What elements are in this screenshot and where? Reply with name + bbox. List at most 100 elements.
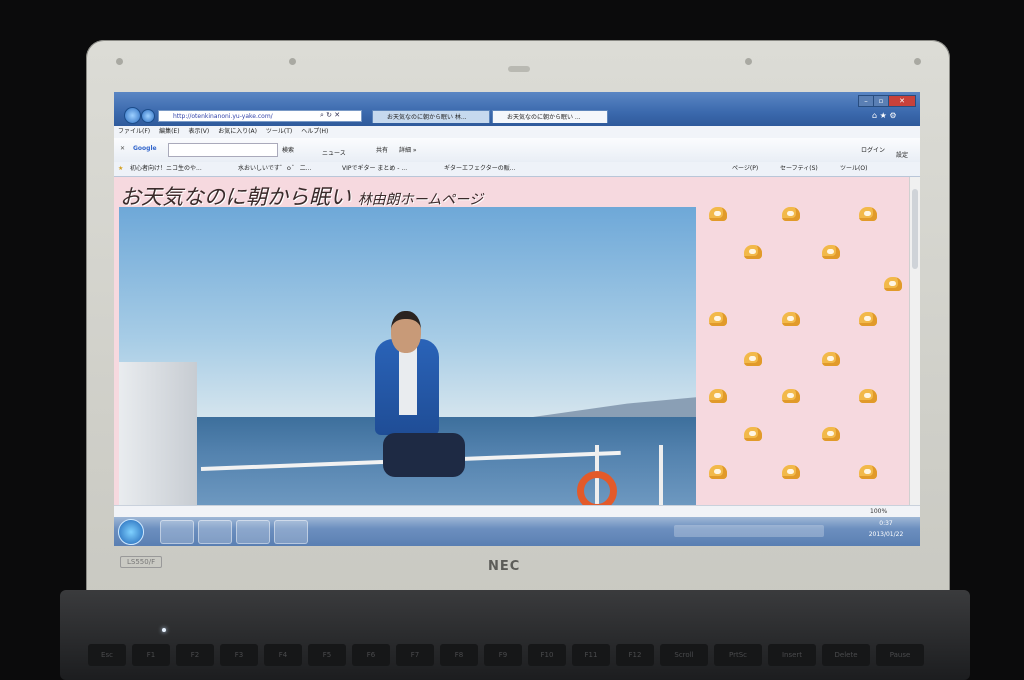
clock[interactable]: 0:37 2013/01/22 [866, 520, 906, 538]
close-button[interactable]: ✕ [888, 95, 916, 107]
keyboard-key: F7 [396, 644, 434, 666]
clock-time: 0:37 [879, 520, 893, 527]
keyboard-key: PrtSc [714, 644, 762, 666]
news-button[interactable]: ニュース [322, 148, 346, 157]
photo-man-on-boat [119, 207, 696, 505]
pattern-tile [822, 245, 840, 259]
command-safety[interactable]: セーフティ(S) [780, 162, 818, 176]
command-page[interactable]: ページ(P) [732, 162, 758, 176]
pattern-tile [859, 312, 877, 326]
bezel-screw [116, 58, 123, 65]
pattern-tile [744, 245, 762, 259]
more-button[interactable]: 詳細 » [399, 145, 417, 154]
menu-view[interactable]: 表示(V) [188, 128, 209, 135]
command-tools[interactable]: ツール(O) [840, 162, 867, 176]
pattern-tile [709, 312, 727, 326]
bezel-screw [289, 58, 296, 65]
scrollbar-thumb[interactable] [912, 189, 918, 269]
bezel-screw [745, 58, 752, 65]
pattern-tile [782, 389, 800, 403]
keyboard-key: F2 [176, 644, 214, 666]
keyboard-key: F4 [264, 644, 302, 666]
photo-life-ring [577, 471, 617, 505]
keyboard-deck [60, 590, 970, 680]
pattern-tile [782, 465, 800, 479]
keyboard-key: Pause [876, 644, 924, 666]
menu-favorites[interactable]: お気に入り(A) [218, 128, 257, 135]
power-led [162, 628, 166, 632]
google-logo: Google [133, 145, 157, 152]
bezel-screw [914, 58, 921, 65]
favorite-link[interactable]: 水おいしいです゛ｏ゛ 二... [238, 162, 311, 176]
favorite-link[interactable]: VIPでギター まとめ - ... [342, 162, 407, 176]
keyboard-key: F1 [132, 644, 170, 666]
tab-2-active[interactable]: お天気なのに朝から眠い ... [492, 110, 608, 123]
pattern-tile [744, 427, 762, 441]
pattern-tile [822, 352, 840, 366]
windows-taskbar: 0:37 2013/01/22 [114, 517, 920, 546]
laptop-screen: http://otenkinanoni.yu-yake.com/ ⌕ ↻ ✕ お… [114, 92, 920, 546]
pattern-tile [709, 207, 727, 221]
start-button[interactable] [118, 519, 144, 545]
media-player-taskbar-icon[interactable] [236, 520, 270, 544]
photo-person-shirt [399, 343, 417, 415]
keyboard-key: F6 [352, 644, 390, 666]
vertical-scrollbar[interactable] [909, 177, 920, 505]
pattern-tile [884, 277, 902, 291]
keyboard-key: F5 [308, 644, 346, 666]
favorites-bar: ★ 初心者向け！ニコ生のや... 水おいしいです゛ｏ゛ 二... VIPでギター… [114, 162, 920, 177]
photo-distant-land [519, 397, 696, 419]
keyboard-key: F11 [572, 644, 610, 666]
minimize-button[interactable]: – [858, 95, 874, 107]
pattern-tile [782, 207, 800, 221]
refresh-icon[interactable]: ⌕ ↻ ✕ [320, 111, 340, 120]
pattern-tile [744, 352, 762, 366]
pattern-tile [782, 312, 800, 326]
photo-ship-structure [119, 362, 197, 505]
clock-date: 2013/01/22 [868, 531, 904, 538]
pattern-tile [859, 207, 877, 221]
share-button[interactable]: 共有 [376, 145, 388, 154]
tab-1[interactable]: お天気なのに朝から眠い 林... [372, 110, 490, 123]
model-label: LS550/F [120, 556, 163, 568]
favorite-link[interactable]: 初心者向け！ニコ生のや... [130, 162, 202, 176]
keyboard-key: Delete [822, 644, 870, 666]
keyboard-key: Insert [768, 644, 816, 666]
system-tray-icons[interactable] [674, 525, 824, 537]
explorer-taskbar-icon[interactable] [198, 520, 232, 544]
brand-logo: NEC [488, 559, 521, 574]
page-subtitle: 林由朗ホームページ [357, 192, 483, 208]
keyboard-key: F8 [440, 644, 478, 666]
keyboard-key: F9 [484, 644, 522, 666]
keyboard-key: F10 [528, 644, 566, 666]
settings-button[interactable]: 設定 [896, 150, 908, 159]
photo-person-head [391, 311, 421, 353]
photo-person-legs [383, 433, 465, 477]
webcam [508, 66, 530, 72]
pattern-tile [709, 465, 727, 479]
menu-help[interactable]: ヘルプ(H) [301, 128, 328, 135]
webpage-content: お天気なのに朝から眠い 林由朗ホームページ [114, 177, 909, 505]
keyboard-key: F12 [616, 644, 654, 666]
favorite-link[interactable]: ギターエフェクターの販... [444, 162, 515, 176]
forward-button[interactable] [141, 109, 155, 123]
google-toolbar: ✕ Google 検索 ニュース 共有 詳細 » ログイン 設定 [114, 138, 920, 162]
pattern-tile [859, 389, 877, 403]
google-search-input[interactable] [168, 143, 278, 157]
menu-file[interactable]: ファイル(F) [118, 128, 150, 135]
back-button[interactable] [124, 107, 141, 124]
maximize-button[interactable]: ▫ [873, 95, 889, 107]
menu-edit[interactable]: 編集(E) [159, 128, 179, 135]
app-taskbar-icon[interactable] [274, 520, 308, 544]
login-link[interactable]: ログイン [861, 145, 885, 154]
home-star-gear-icons[interactable]: ⌂ ★ ⚙ [872, 111, 897, 120]
keyboard-key: F3 [220, 644, 258, 666]
pattern-tile [822, 427, 840, 441]
pattern-tile [709, 389, 727, 403]
favorites-star-icon[interactable]: ★ [118, 162, 123, 176]
ie-taskbar-icon[interactable] [160, 520, 194, 544]
menu-tools[interactable]: ツール(T) [266, 128, 292, 135]
close-toolbar-icon[interactable]: ✕ [120, 145, 125, 152]
google-search-button[interactable]: 検索 [282, 145, 294, 154]
keyboard-key: Esc [88, 644, 126, 666]
